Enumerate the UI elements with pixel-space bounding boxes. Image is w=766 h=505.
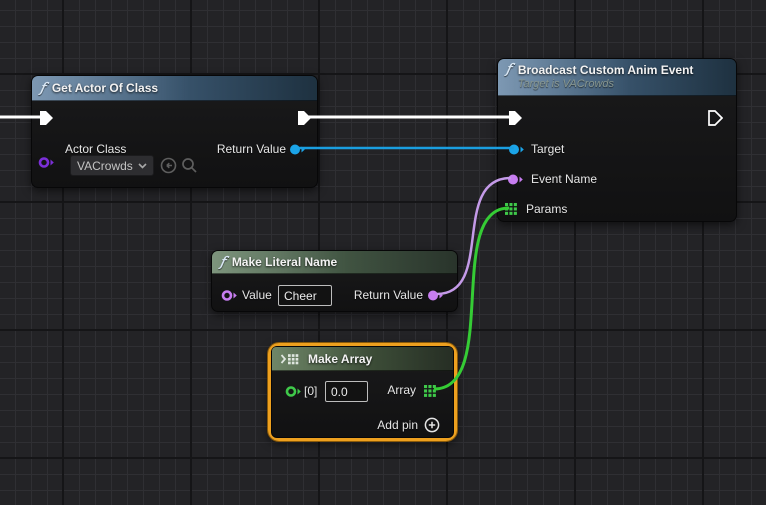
array-element-label: [0] — [304, 384, 317, 398]
target-label: Target — [531, 142, 564, 156]
node-make-array[interactable]: Make Array [0] Array Add pin — [271, 346, 454, 438]
return-value-pin[interactable] — [427, 289, 444, 302]
actor-class-label: Actor Class — [65, 142, 126, 156]
node-title: Make Literal Name — [232, 255, 337, 269]
array-output-label: Array — [387, 383, 416, 397]
selection-outline: Make Array [0] Array Add pin — [268, 343, 457, 441]
return-value-pin[interactable] — [289, 143, 306, 156]
value-pin[interactable] — [221, 289, 238, 302]
function-icon: 𝑓 — [220, 256, 225, 269]
node-title: Broadcast Custom Anim Event — [518, 63, 694, 77]
exec-out-pin[interactable] — [708, 110, 723, 126]
array-element-pin[interactable] — [285, 385, 302, 398]
node-title: Make Array — [308, 352, 372, 366]
value-label: Value — [242, 288, 272, 302]
return-value-label: Return Value — [354, 288, 423, 302]
params-label: Params — [526, 202, 567, 216]
exec-in-pin[interactable] — [39, 110, 54, 126]
add-pin-label: Add pin — [377, 418, 418, 432]
function-icon: 𝑓 — [40, 82, 45, 95]
plus-circle-icon — [424, 417, 440, 433]
add-pin-button[interactable]: Add pin — [377, 417, 440, 433]
node-subtitle: Target is VACrowds — [518, 78, 694, 90]
exec-out-pin[interactable] — [297, 110, 312, 126]
params-array-pin[interactable] — [505, 203, 517, 215]
node-title: Get Actor Of Class — [52, 81, 158, 95]
node-broadcast-custom-anim-event[interactable]: 𝑓 Broadcast Custom Anim Event Target is … — [497, 58, 737, 222]
browse-magnifier-icon[interactable] — [181, 157, 198, 174]
target-pin[interactable] — [508, 143, 525, 156]
chevron-down-icon — [138, 163, 147, 169]
make-array-icon — [280, 353, 301, 365]
node-header[interactable]: Make Array — [272, 347, 453, 371]
array-output-pin[interactable] — [424, 385, 436, 397]
node-make-literal-name[interactable]: 𝑓 Make Literal Name Value Return Value — [211, 250, 458, 312]
function-icon: 𝑓 — [506, 63, 511, 76]
array-element-input[interactable] — [325, 381, 368, 402]
value-input[interactable] — [278, 285, 332, 306]
node-header[interactable]: 𝑓 Make Literal Name — [212, 251, 457, 274]
event-name-label: Event Name — [531, 172, 597, 186]
return-value-label: Return Value — [217, 142, 286, 156]
node-get-actor-of-class[interactable]: 𝑓 Get Actor Of Class Actor Class VACrowd… — [31, 75, 318, 188]
actor-class-pin[interactable] — [38, 156, 55, 169]
node-header[interactable]: 𝑓 Broadcast Custom Anim Event Target is … — [498, 59, 736, 96]
exec-in-pin[interactable] — [508, 110, 523, 126]
actor-class-dropdown[interactable]: VACrowds — [70, 155, 154, 176]
actor-class-dropdown-value: VACrowds — [77, 159, 133, 173]
use-selected-icon[interactable] — [160, 157, 177, 174]
event-name-pin[interactable] — [507, 173, 524, 186]
node-header[interactable]: 𝑓 Get Actor Of Class — [32, 76, 317, 101]
blueprint-graph-canvas[interactable]: 𝑓 Get Actor Of Class Actor Class VACrowd… — [0, 0, 766, 505]
